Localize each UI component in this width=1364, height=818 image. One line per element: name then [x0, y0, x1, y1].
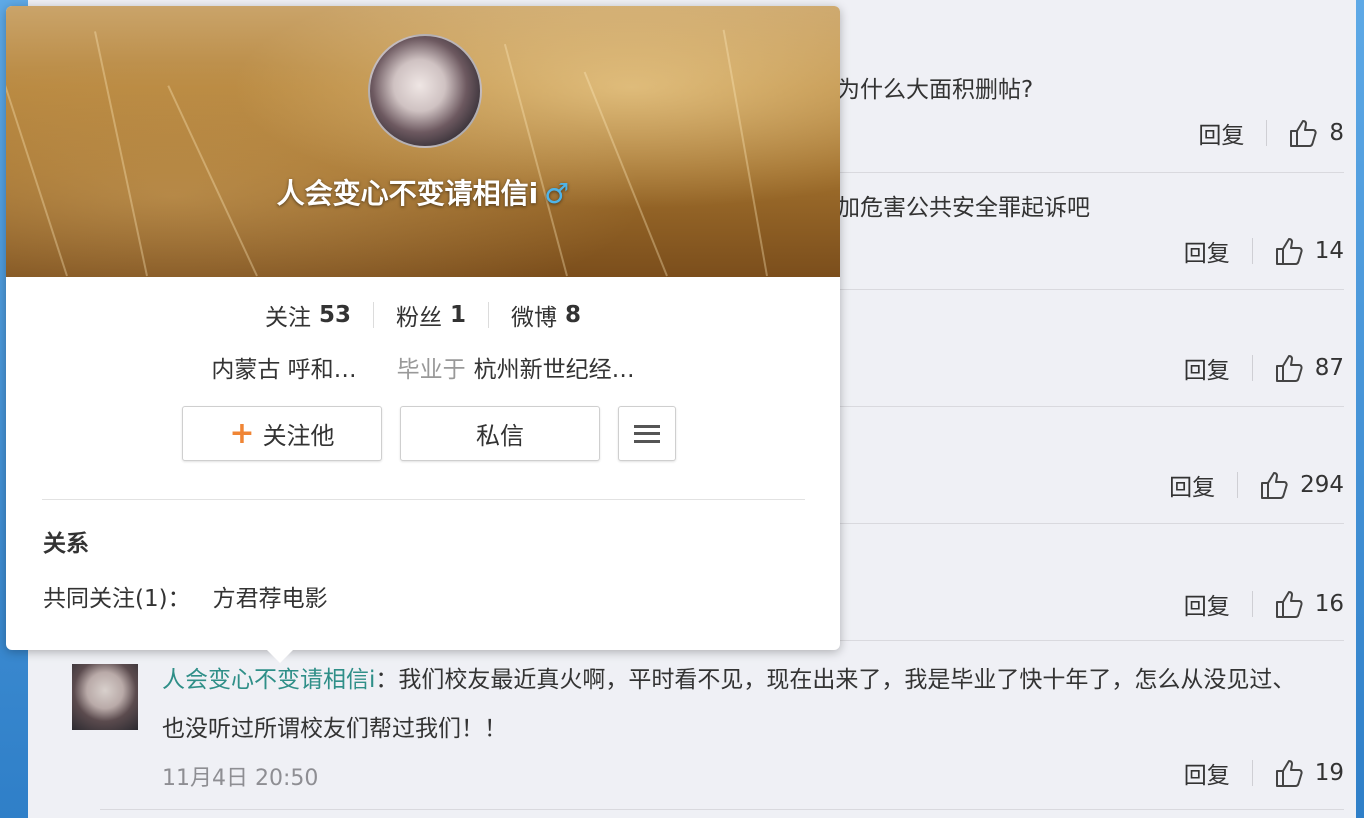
like-count: 8 — [1329, 120, 1344, 146]
comment-actions: 回复 294 — [1169, 468, 1344, 502]
profile-name[interactable]: 人会变心不变请相信i — [277, 177, 539, 210]
more-menu-button[interactable] — [618, 406, 676, 461]
divider — [1251, 238, 1253, 264]
comment-actions: 回复 14 — [1184, 234, 1344, 268]
divider — [1251, 760, 1253, 786]
like-button[interactable]: 8 — [1287, 117, 1344, 149]
profile-info: 内蒙古 呼和… 毕业于 杭州新世纪经… — [6, 350, 840, 384]
user-profile-card: 人会变心不变请相信i ♂ 关注 53 粉丝 1 微博 8 内蒙古 呼和… 毕业于 … — [6, 6, 840, 663]
following-label: 关注 — [264, 305, 311, 331]
mutual-follow-row: 共同关注(1)： 方君荐电影 — [43, 579, 328, 613]
follow-button[interactable]: + 关注他 — [182, 406, 382, 461]
mutual-follow-user[interactable]: 方君荐电影 — [213, 586, 328, 612]
plus-icon: + — [229, 416, 255, 451]
fans-label: 粉丝 — [395, 305, 442, 331]
thumbs-up-icon — [1275, 355, 1303, 382]
like-button[interactable]: 294 — [1258, 469, 1344, 501]
mutual-follow-label: 共同关注(1)： — [43, 586, 191, 612]
divider — [1266, 120, 1268, 146]
profile-stats: 关注 53 粉丝 1 微博 8 — [6, 298, 840, 332]
weibo-count: 8 — [565, 302, 582, 328]
reply-button[interactable]: 回复 — [1184, 587, 1230, 621]
relation-title: 关系 — [43, 531, 89, 557]
comment-actions: 回复 19 — [1184, 756, 1344, 790]
divider — [372, 302, 374, 328]
message-button-label: 私信 — [476, 422, 524, 450]
hamburger-menu-icon — [634, 424, 660, 443]
reply-button[interactable]: 回复 — [1184, 351, 1230, 385]
like-count: 87 — [1314, 355, 1344, 381]
like-button[interactable]: 87 — [1273, 352, 1344, 384]
weibo-stat[interactable]: 微博 8 — [511, 298, 581, 332]
like-button[interactable]: 19 — [1273, 757, 1344, 789]
thumbs-up-icon — [1275, 760, 1303, 787]
reply-button[interactable]: 回复 — [1169, 468, 1215, 502]
comment-text: 为什么大面积删帖? — [837, 77, 1034, 103]
comment-actions: 回复 87 — [1184, 351, 1344, 385]
fans-count: 1 — [449, 302, 466, 328]
following-count: 53 — [318, 302, 351, 328]
divider — [1251, 355, 1253, 381]
reply-button[interactable]: 回复 — [1198, 116, 1244, 150]
like-count: 16 — [1314, 591, 1344, 617]
reply-button[interactable]: 回复 — [1184, 756, 1230, 790]
comment-timestamp: 11月4日 20:50 — [162, 766, 319, 791]
profile-avatar[interactable] — [368, 34, 482, 148]
divider — [488, 302, 489, 328]
divider — [1237, 472, 1239, 498]
like-count: 14 — [1314, 238, 1344, 264]
divider — [1251, 591, 1253, 617]
comment-text: 加危害公共安全罪起诉吧 — [837, 195, 1090, 221]
following-stat[interactable]: 关注 53 — [265, 298, 351, 332]
weibo-label: 微博 — [511, 305, 557, 331]
commenter-avatar[interactable] — [72, 664, 138, 730]
male-gender-icon: ♂ — [544, 177, 570, 210]
profile-school: 杭州新世纪经… — [473, 357, 635, 383]
profile-location: 内蒙古 呼和… — [211, 357, 357, 383]
follow-button-label: 关注他 — [262, 422, 335, 450]
thumbs-up-icon — [1275, 238, 1303, 265]
divider — [42, 499, 805, 500]
thumbs-up-icon — [1275, 591, 1303, 618]
like-count: 19 — [1314, 760, 1344, 786]
comment-actions: 回复 16 — [1184, 587, 1344, 621]
desktop-background-right — [1356, 0, 1364, 818]
message-button[interactable]: 私信 — [400, 406, 600, 461]
profile-name-row: 人会变心不变请相信i ♂ — [6, 172, 840, 212]
fans-stat[interactable]: 粉丝 1 — [396, 298, 466, 332]
profile-cover-image: 人会变心不变请相信i ♂ — [6, 6, 840, 277]
like-button[interactable]: 14 — [1273, 235, 1344, 267]
like-button[interactable]: 16 — [1273, 588, 1344, 620]
reply-button[interactable]: 回复 — [1184, 234, 1230, 268]
comment-body: 人会变心不变请相信i：我们校友最近真火啊，平时看不见，现在出来了，我是毕业了快十… — [162, 656, 1312, 754]
education-label: 毕业于 — [396, 357, 466, 383]
thumbs-up-icon — [1290, 120, 1317, 147]
comment-username[interactable]: 人会变心不变请相信i — [162, 667, 375, 693]
card-pointer-arrow — [266, 649, 294, 663]
like-count: 294 — [1300, 472, 1344, 498]
comment-colon: ： — [375, 667, 399, 693]
comment-actions: 回复 8 — [1198, 116, 1344, 150]
thumbs-up-icon — [1261, 472, 1288, 499]
